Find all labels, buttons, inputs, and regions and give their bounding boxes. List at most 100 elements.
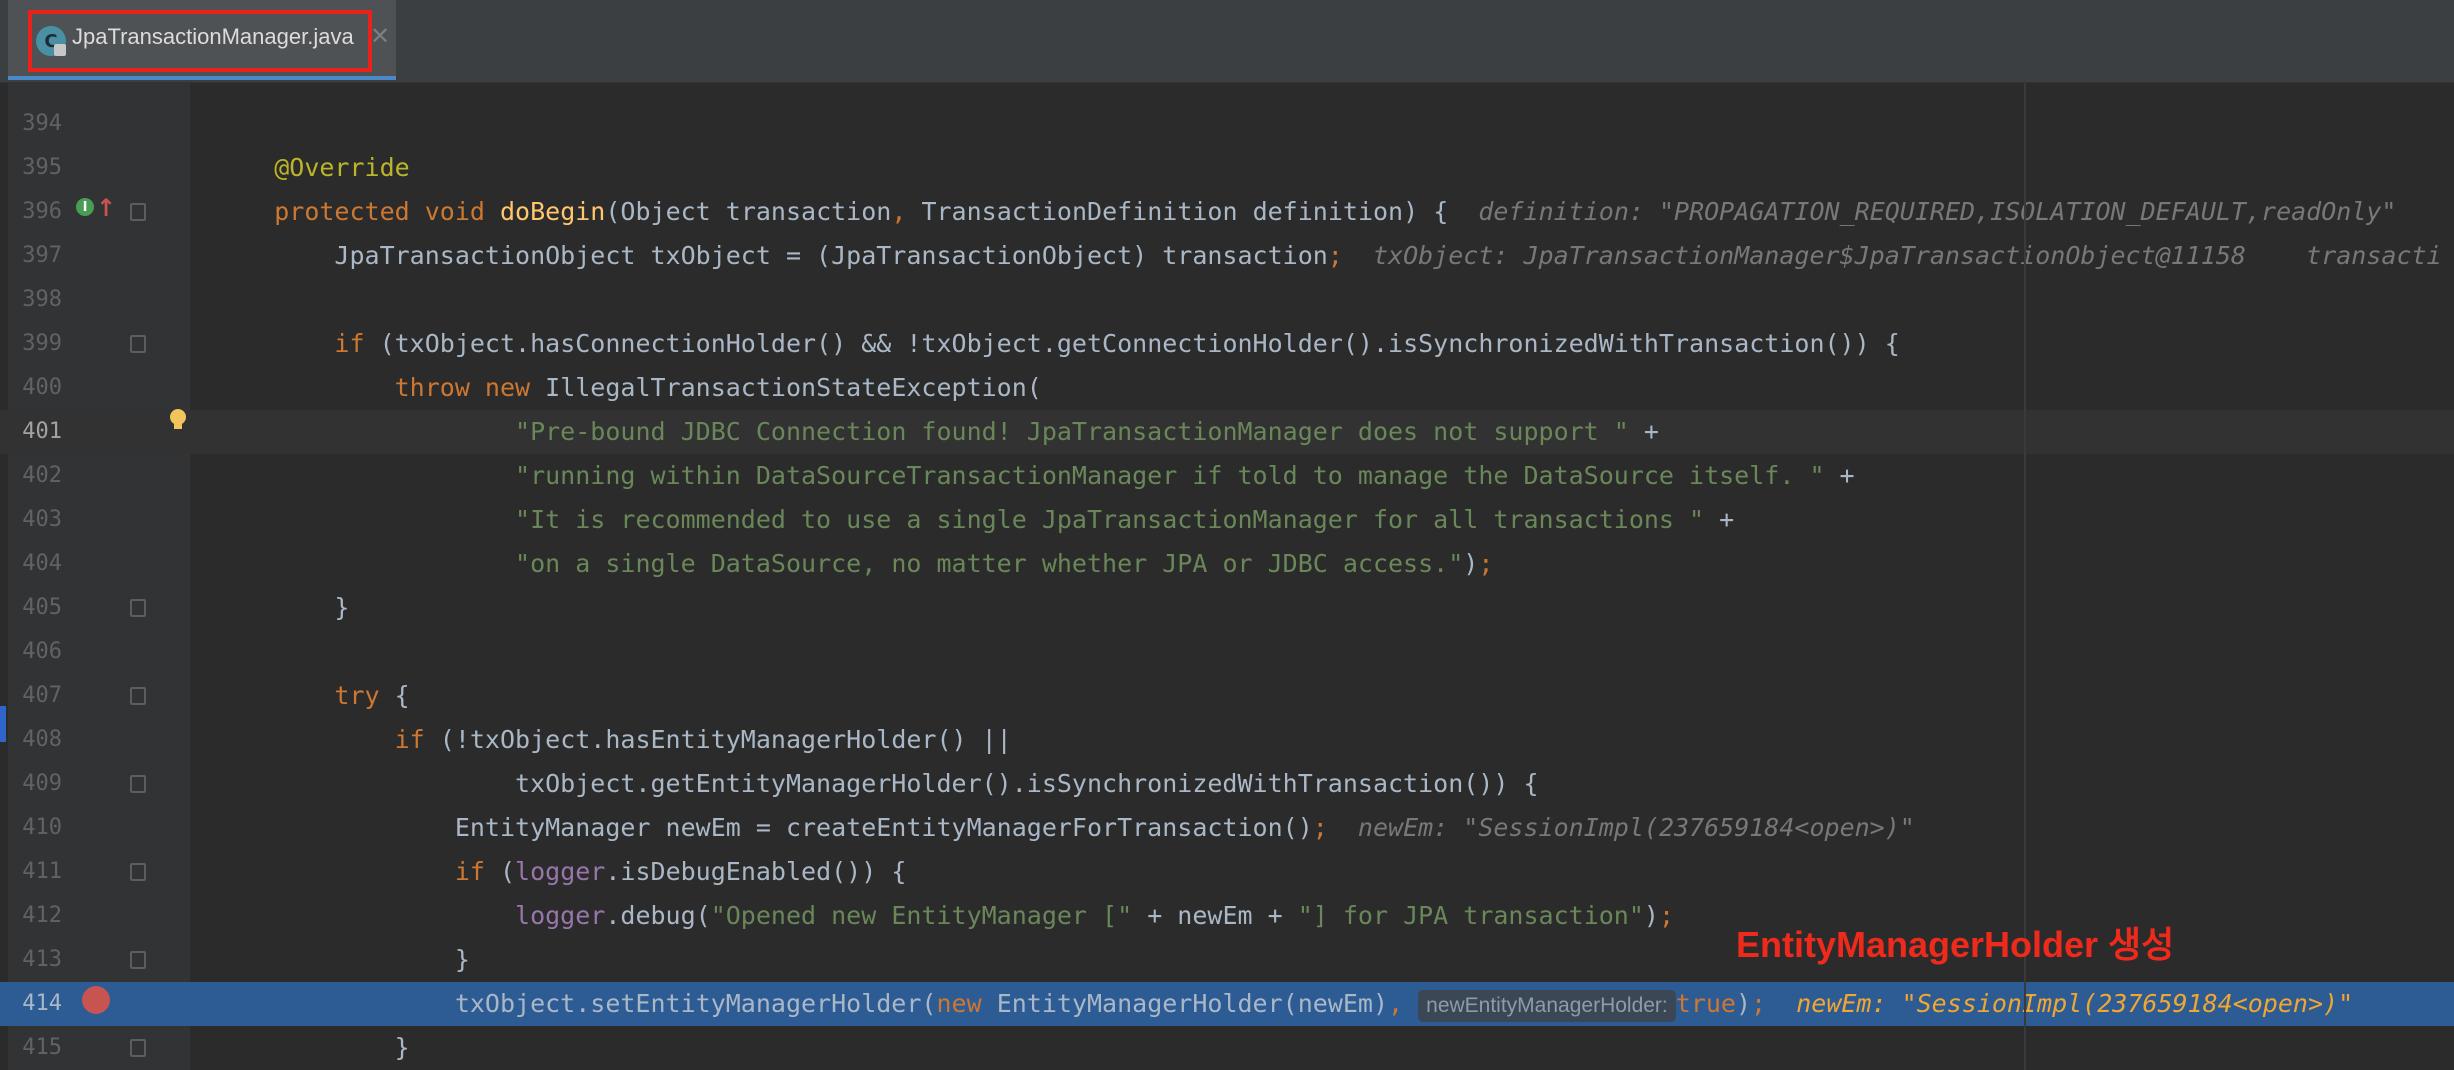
code-line[interactable]: 408 if (!txObject.hasEntityManagerHolder… — [0, 718, 2454, 762]
code-line[interactable]: 402 "running within DataSourceTransactio… — [0, 454, 2454, 498]
fold-marker-icon[interactable] — [130, 951, 146, 969]
code-line[interactable]: 407 try { — [0, 674, 2454, 718]
line-number[interactable]: 400 — [0, 366, 62, 410]
code-text: EntityManager newEm = createEntityManage… — [214, 806, 1915, 850]
fold-marker-icon[interactable] — [130, 687, 146, 705]
code-text: throw new IllegalTransactionStateExcepti… — [214, 366, 1042, 410]
code-token: protected void — [274, 197, 500, 226]
code-token: JpaTransactionObject txObject = (JpaTran… — [214, 241, 1328, 270]
fold-marker-icon[interactable] — [130, 599, 146, 617]
code-line[interactable]: 415 } — [0, 1026, 2454, 1070]
code-token: if — [394, 725, 440, 754]
code-token: (txObject.hasConnectionHolder() && !txOb… — [379, 329, 1900, 358]
line-number[interactable]: 394 — [0, 102, 62, 146]
line-number[interactable]: 409 — [0, 762, 62, 806]
override-arrow-icon[interactable]: ↑ — [96, 194, 116, 222]
code-line[interactable]: 409 txObject.getEntityManagerHolder().is… — [0, 762, 2454, 806]
code-token: } — [214, 945, 470, 974]
code-token: EntityManager newEm = createEntityManage… — [214, 813, 1313, 842]
code-token: ) — [1463, 549, 1479, 578]
code-text: if (logger.isDebugEnabled()) { — [214, 850, 907, 894]
line-number[interactable]: 415 — [0, 1026, 62, 1070]
fold-marker-icon[interactable] — [130, 863, 146, 881]
code-token: + — [1824, 461, 1855, 490]
fold-marker-icon[interactable] — [130, 335, 146, 353]
line-number[interactable]: 399 — [0, 322, 62, 366]
code-token: if — [454, 857, 500, 886]
code-line[interactable]: 406 — [0, 630, 2454, 674]
fold-marker-icon[interactable] — [130, 203, 146, 221]
code-token: } — [214, 593, 350, 622]
code-line[interactable]: 395 @Override — [0, 146, 2454, 190]
line-number[interactable]: 412 — [0, 894, 62, 938]
code-line[interactable]: 411 if (logger.isDebugEnabled()) { — [0, 850, 2454, 894]
code-text: } — [214, 1026, 410, 1070]
breakpoint-icon[interactable] — [82, 986, 110, 1014]
implements-method-icon[interactable]: I — [76, 198, 94, 216]
line-number[interactable]: 398 — [0, 278, 62, 322]
lock-icon — [54, 44, 66, 56]
code-text: JpaTransactionObject txObject = (JpaTran… — [214, 234, 2441, 278]
code-line[interactable]: 397 JpaTransactionObject txObject = (Jpa… — [0, 234, 2454, 278]
code-line[interactable]: 403 "It is recommended to use a single J… — [0, 498, 2454, 542]
code-line[interactable]: 400 throw new IllegalTransactionStateExc… — [0, 366, 2454, 410]
line-number[interactable]: 403 — [0, 498, 62, 542]
line-number[interactable]: 402 — [0, 454, 62, 498]
line-number[interactable]: 411 — [0, 850, 62, 894]
code-line[interactable]: 394 — [0, 102, 2454, 146]
editor-tab-bar: C JpaTransactionManager.java ✕ — [0, 0, 2454, 83]
callout-annotation: EntityManagerHolder 생성 — [1736, 924, 2175, 965]
code-text: protected void doBegin(Object transactio… — [214, 190, 2397, 234]
fold-marker-icon[interactable] — [130, 1039, 146, 1057]
code-line[interactable]: 410 EntityManager newEm = createEntityMa… — [0, 806, 2454, 850]
line-number[interactable]: 413 — [0, 938, 62, 982]
code-token: ) — [1643, 901, 1659, 930]
line-number[interactable]: 408 — [0, 718, 62, 762]
code-line[interactable]: 399 if (txObject.hasConnectionHolder() &… — [0, 322, 2454, 366]
line-number[interactable]: 404 — [0, 542, 62, 586]
code-line[interactable]: 401 "Pre-bound JDBC Connection found! Jp… — [0, 410, 2454, 454]
code-token: throw new — [394, 373, 546, 402]
code-text: if (txObject.hasConnectionHolder() && !t… — [214, 322, 1900, 366]
code-text: txObject.setEntityManagerHolder(new Enti… — [214, 982, 2353, 1026]
code-token: (!txObject.hasEntityManagerHolder() || — [439, 725, 1012, 754]
line-number[interactable]: 414 — [0, 982, 62, 1026]
line-number[interactable]: 410 — [0, 806, 62, 850]
tab-jpa-transaction-manager[interactable]: C JpaTransactionManager.java ✕ — [8, 0, 396, 80]
code-token: , — [891, 197, 922, 226]
code-line[interactable]: 405 } — [0, 586, 2454, 630]
line-number[interactable]: 397 — [0, 234, 62, 278]
line-number[interactable]: 396 — [0, 190, 62, 234]
fold-marker-icon[interactable] — [130, 775, 146, 793]
code-token: + newEm + — [1132, 901, 1298, 930]
code-line[interactable]: 398 — [0, 278, 2454, 322]
code-token: .debug( — [605, 901, 711, 930]
code-line[interactable]: 414 txObject.setEntityManagerHolder(new … — [0, 982, 2454, 1026]
code-line[interactable]: 404 "on a single DataSource, no matter w… — [0, 542, 2454, 586]
code-line[interactable]: 396 protected void doBegin(Object transa… — [0, 190, 2454, 234]
lightbulb-icon[interactable] — [168, 408, 188, 432]
code-text: if (!txObject.hasEntityManagerHolder() |… — [214, 718, 1012, 762]
line-number[interactable]: 395 — [0, 146, 62, 190]
code-token: logger — [515, 857, 606, 886]
code-token: new — [936, 989, 997, 1018]
code-token: ) — [1735, 989, 1752, 1018]
code-text: "It is recommended to use a single JpaTr… — [214, 498, 1734, 542]
line-number[interactable]: 401 — [0, 410, 62, 454]
code-token: "] for JPA transaction" — [1297, 901, 1644, 930]
debug-value-hint: newEm: "SessionImpl(237659184<open>)" — [1796, 989, 2354, 1018]
close-icon[interactable]: ✕ — [370, 22, 390, 50]
line-number[interactable]: 406 — [0, 630, 62, 674]
line-number[interactable]: 405 — [0, 586, 62, 630]
code-token: TransactionDefinition definition) { — [921, 197, 1479, 226]
debug-value-hint: definition: "PROPAGATION_REQUIRED,ISOLAT… — [1478, 197, 2397, 226]
line-number[interactable]: 407 — [0, 674, 62, 718]
